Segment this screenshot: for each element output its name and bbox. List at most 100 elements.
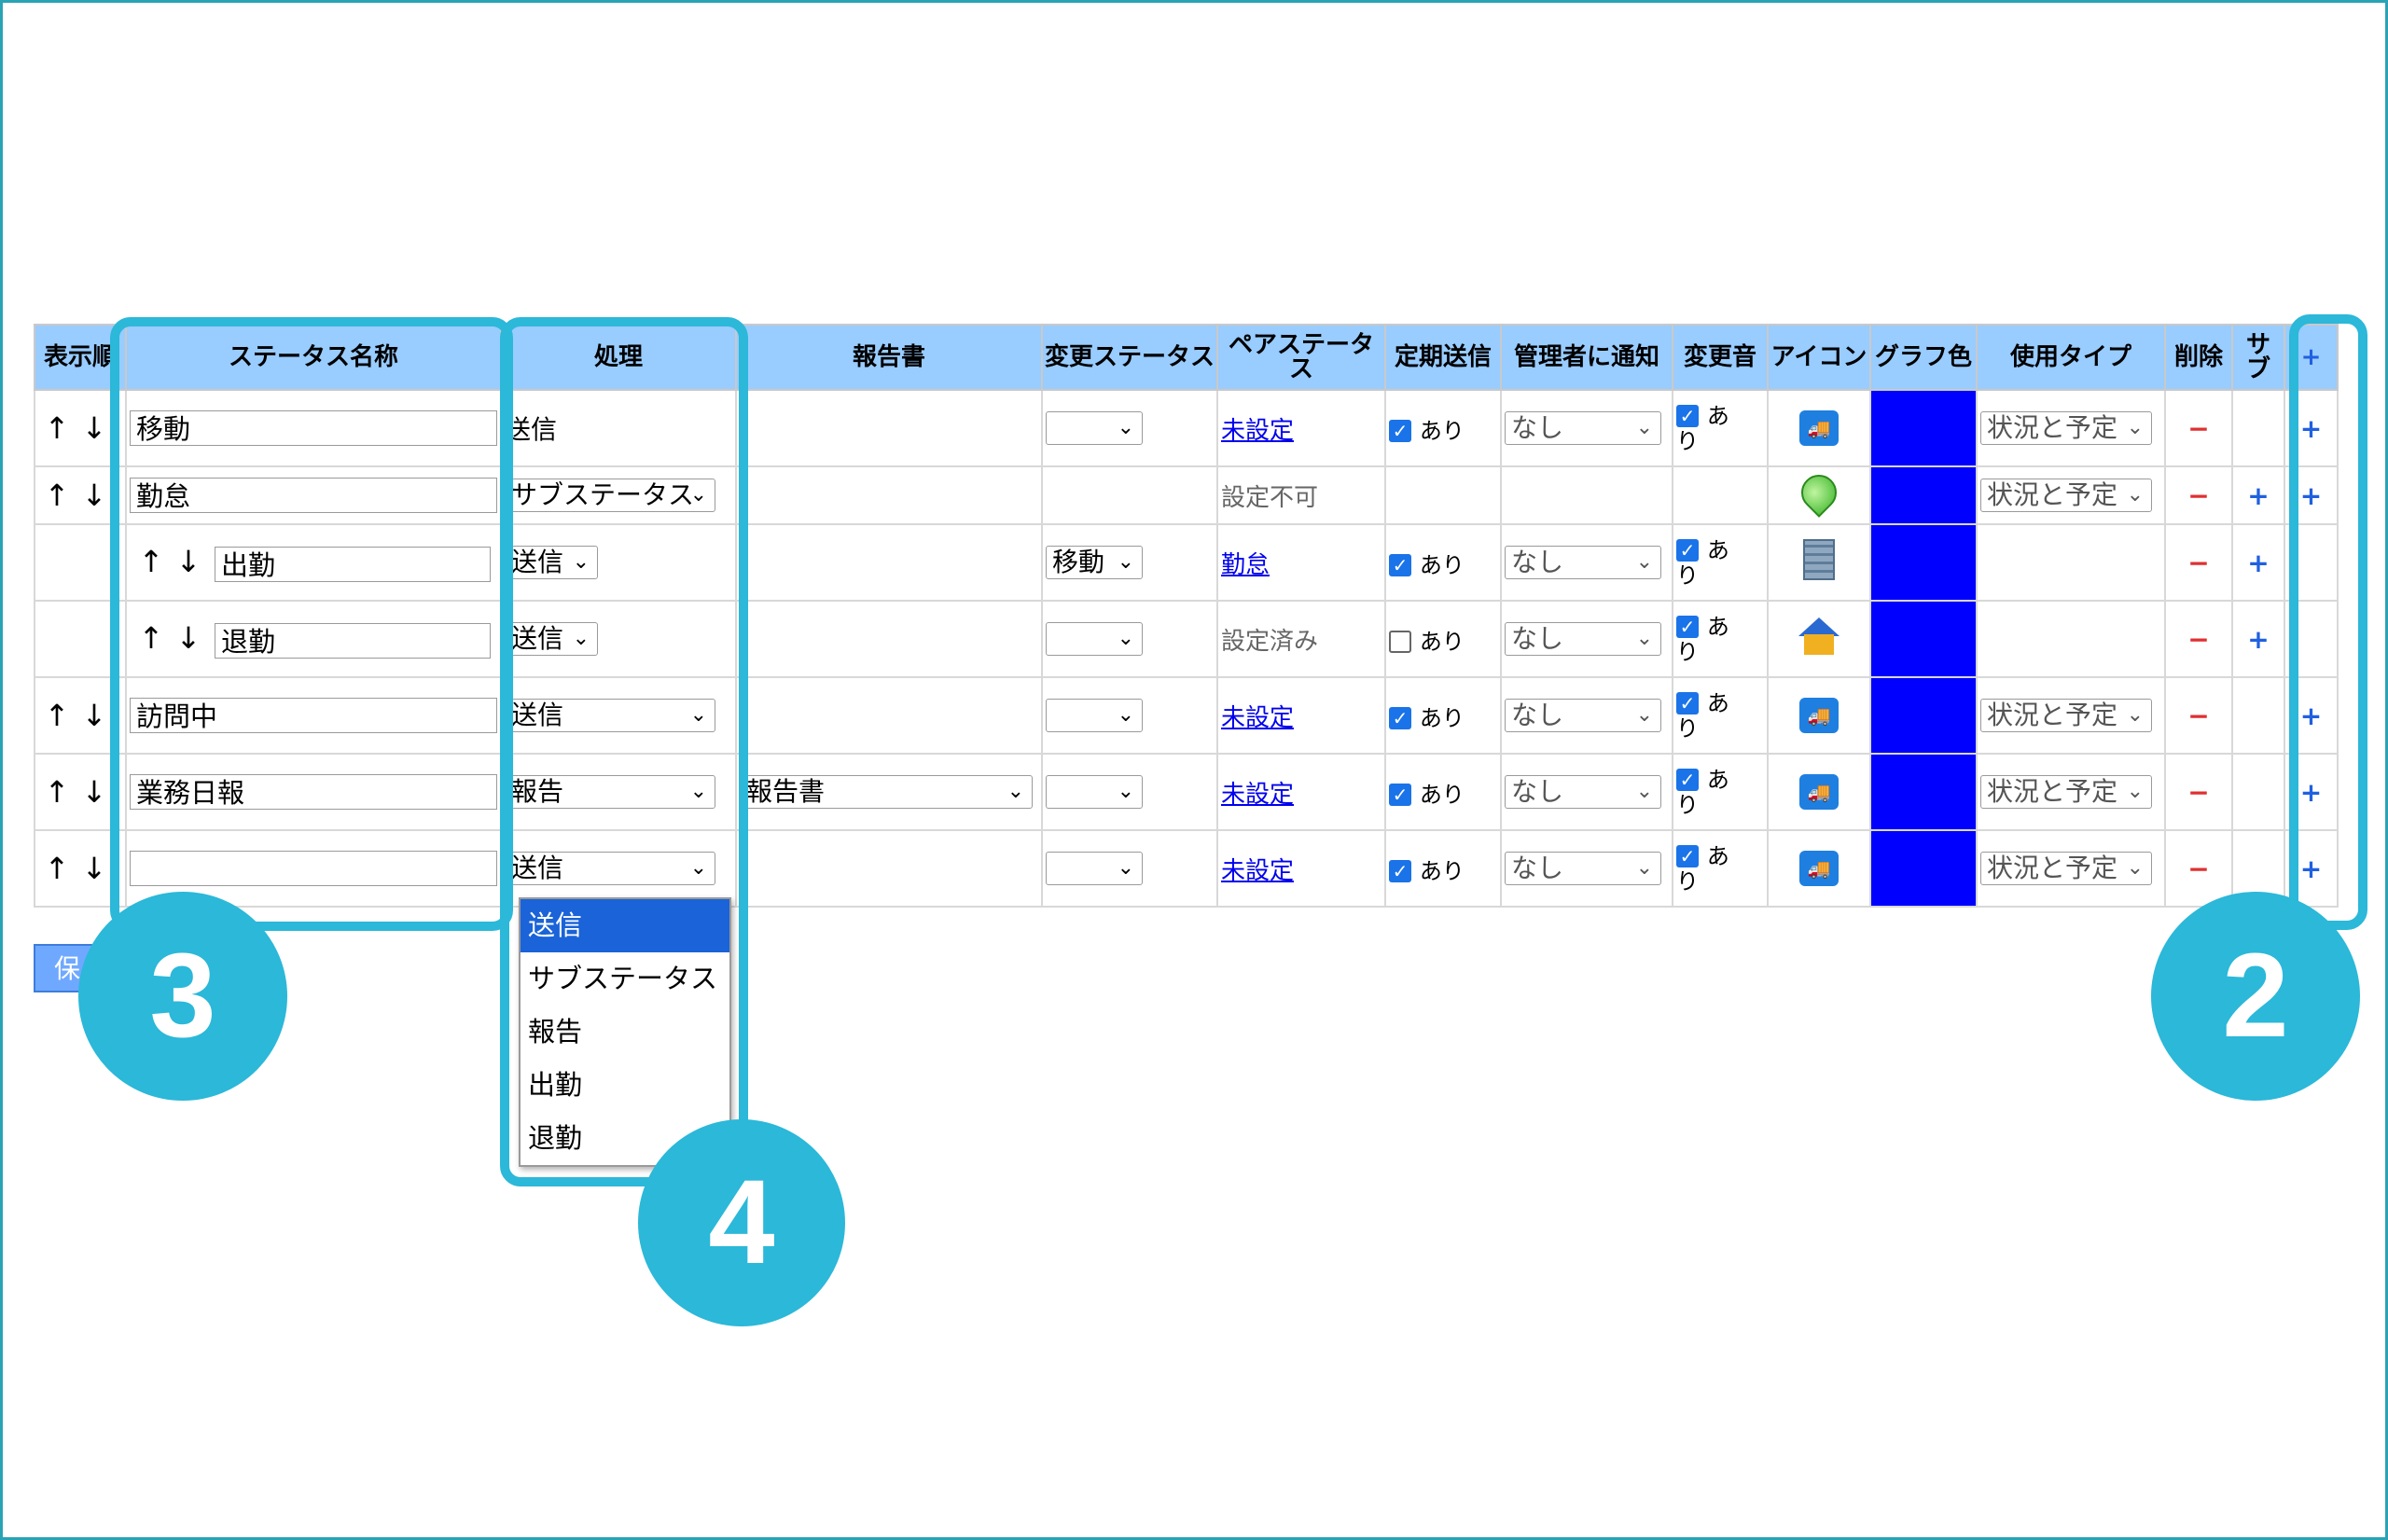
periodic-label: あり [1419, 857, 1465, 884]
notify-value: なし [1511, 623, 1564, 654]
graph-color-swatch[interactable] [1869, 753, 1978, 831]
move-down-arrow[interactable]: ↓ [76, 774, 113, 810]
graph-color-swatch[interactable] [1869, 600, 1978, 678]
move-up-arrow[interactable]: ↑ [38, 698, 76, 733]
building-icon[interactable] [1803, 538, 1835, 580]
sound-label-a: あ [1706, 690, 1729, 716]
sound-label-b: り [1676, 428, 1699, 454]
notify-value: なし [1511, 853, 1564, 883]
move-down-arrow[interactable]: ↓ [76, 478, 113, 513]
truck-icon[interactable]: 🚚 [1799, 698, 1839, 733]
chevron-down-icon: ⌄ [1635, 627, 1653, 650]
periodic-checkbox[interactable]: ✓ [1389, 706, 1411, 729]
chevron-down-icon: ⌄ [1635, 856, 1653, 880]
sound-checkbox[interactable]: ✓ [1676, 769, 1699, 791]
move-up-arrow[interactable]: ↑ [38, 774, 76, 810]
truck-icon[interactable]: 🚚 [1799, 774, 1839, 810]
pair-status-link[interactable]: 未設定 [1221, 704, 1294, 732]
graph-color-swatch[interactable] [1869, 465, 1978, 525]
sound-checkbox[interactable]: ✓ [1676, 539, 1699, 562]
use-type-value: 状況と予定 [1987, 700, 2118, 730]
chevron-down-icon: ⌄ [1635, 550, 1653, 574]
notify-admin-select[interactable]: なし ⌄ [1505, 699, 1661, 732]
periodic-label: あり [1419, 551, 1465, 578]
graph-color-swatch[interactable] [1869, 676, 1978, 755]
delete-button[interactable]: − [2164, 676, 2233, 755]
sound-label-b: り [1676, 562, 1699, 589]
pair-status-link[interactable]: 勤怠 [1221, 551, 1270, 579]
delete-button[interactable]: − [2164, 523, 2233, 602]
use-type-select[interactable]: 状況と予定 ⌄ [1980, 699, 2152, 732]
notify-admin-select[interactable]: なし ⌄ [1505, 546, 1661, 579]
delete-button[interactable]: − [2164, 753, 2233, 831]
pair-status-link[interactable]: 未設定 [1221, 781, 1294, 809]
use-type-select[interactable]: 状況と予定 ⌄ [1980, 479, 2152, 512]
use-type-select[interactable]: 状況と予定 ⌄ [1980, 411, 2152, 445]
header-pair-status: ペアステータス [1216, 324, 1386, 391]
notify-admin-select[interactable]: なし ⌄ [1505, 411, 1661, 445]
pin-icon[interactable] [1794, 468, 1844, 518]
truck-icon[interactable]: 🚚 [1799, 410, 1839, 446]
periodic-checkbox[interactable] [1389, 630, 1411, 653]
chevron-down-icon: ⌄ [1117, 703, 1134, 727]
sound-label-a: あ [1706, 767, 1729, 793]
sound-checkbox[interactable]: ✓ [1676, 405, 1699, 427]
graph-color-swatch[interactable] [1869, 523, 1978, 602]
graph-color-swatch[interactable] [1869, 829, 1978, 908]
chevron-down-icon: ⌄ [1117, 856, 1134, 880]
delete-button[interactable]: − [2164, 829, 2233, 908]
move-up-arrow[interactable]: ↑ [38, 478, 76, 513]
add-sub-status-button[interactable]: + [2231, 600, 2285, 678]
sound-checkbox[interactable]: ✓ [1676, 692, 1699, 715]
move-up-arrow[interactable]: ↑ [38, 410, 76, 446]
delete-button[interactable]: − [2164, 600, 2233, 678]
chevron-down-icon: ⌄ [1635, 416, 1653, 439]
add-sub-status-button[interactable]: + [2231, 465, 2285, 525]
header-delete: 削除 [2164, 324, 2233, 391]
delete-button[interactable]: − [2164, 465, 2233, 525]
notify-admin-select[interactable]: なし ⌄ [1505, 622, 1661, 656]
sound-label-b: り [1676, 639, 1699, 665]
truck-icon[interactable]: 🚚 [1799, 851, 1839, 886]
header-change-status: 変更ステータス [1041, 324, 1218, 391]
move-down-arrow[interactable]: ↓ [76, 698, 113, 733]
chevron-down-icon: ⌄ [1635, 703, 1653, 727]
sound-checkbox[interactable]: ✓ [1676, 845, 1699, 867]
move-down-arrow[interactable]: ↓ [76, 410, 113, 446]
periodic-checkbox[interactable]: ✓ [1389, 859, 1411, 882]
sound-label-a: あ [1706, 614, 1729, 640]
graph-color-swatch[interactable] [1869, 389, 1978, 467]
move-up-arrow[interactable]: ↑ [38, 851, 76, 886]
house-icon[interactable] [1798, 617, 1840, 655]
highlight-box-3 [110, 317, 513, 931]
pair-status-text: 設定済み [1221, 627, 1319, 656]
badge-4: 4 [638, 1119, 845, 1326]
use-type-value: 状況と予定 [1987, 412, 2118, 443]
use-type-select[interactable]: 状況と予定 ⌄ [1980, 775, 2152, 809]
periodic-checkbox[interactable]: ✓ [1389, 419, 1411, 442]
use-type-select[interactable]: 状況と予定 ⌄ [1980, 852, 2152, 885]
chevron-down-icon: ⌄ [2126, 703, 2144, 727]
notify-admin-select[interactable]: なし ⌄ [1505, 852, 1661, 885]
periodic-checkbox[interactable]: ✓ [1389, 783, 1411, 806]
move-down-arrow[interactable]: ↓ [76, 851, 113, 886]
change-status-select[interactable]: ⌄ [1046, 775, 1143, 809]
add-sub-status-button[interactable]: + [2231, 523, 2285, 602]
change-status-select[interactable]: ⌄ [1046, 622, 1143, 656]
pair-status-text: 設定不可 [1221, 483, 1319, 512]
change-status-select[interactable]: ⌄ [1046, 852, 1143, 885]
periodic-checkbox[interactable]: ✓ [1389, 553, 1411, 576]
delete-button[interactable]: − [2164, 389, 2233, 467]
pair-status-link[interactable]: 未設定 [1221, 857, 1294, 885]
badge-3: 3 [78, 892, 287, 1101]
sound-checkbox[interactable]: ✓ [1676, 616, 1699, 638]
change-status-select[interactable]: 移動 ⌄ [1046, 546, 1143, 579]
sound-label-b: り [1676, 792, 1699, 818]
header-icon: アイコン [1767, 324, 1871, 391]
change-status-select[interactable]: ⌄ [1046, 411, 1143, 445]
change-status-select[interactable]: ⌄ [1046, 699, 1143, 732]
header-notify-admin: 管理者に通知 [1500, 324, 1673, 391]
notify-admin-select[interactable]: なし ⌄ [1505, 775, 1661, 809]
pair-status-link[interactable]: 未設定 [1221, 417, 1294, 445]
report-select[interactable]: 報告書 ⌄ [740, 775, 1033, 809]
